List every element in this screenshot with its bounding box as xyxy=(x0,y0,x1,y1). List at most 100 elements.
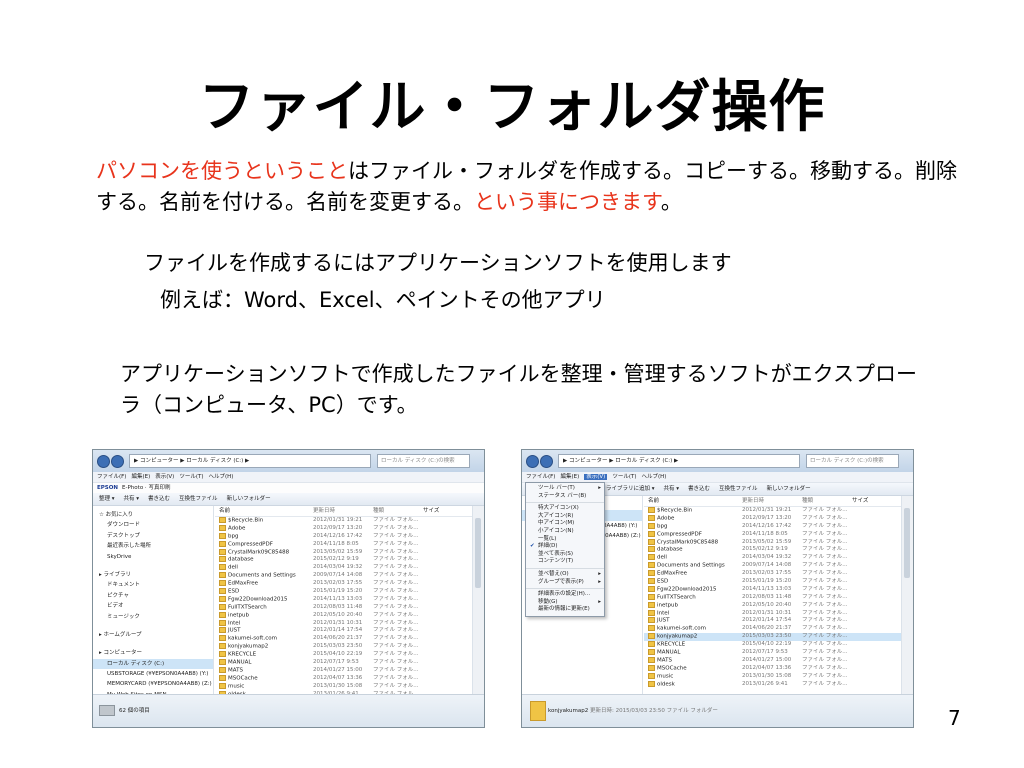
file-row[interactable]: music 2013/01/30 15:08 ファイル フォル... xyxy=(215,682,472,691)
file-row[interactable]: $Recycle.Bin 2012/01/31 19:21 ファイル フォル... xyxy=(644,507,901,515)
nav-item[interactable]: ビデオ xyxy=(93,601,213,611)
file-row[interactable]: Intel 2012/01/31 10:31 ファイル フォル... xyxy=(215,619,472,628)
file-row[interactable]: ESD 2015/01/19 15:20 ファイル フォル... xyxy=(644,578,901,586)
file-row[interactable]: KRECYCLE 2015/04/10 22:19 ファイル フォル... xyxy=(215,651,472,659)
file-row[interactable]: music 2013/01/30 15:08 ファイル フォル... xyxy=(644,672,901,681)
vertical-scrollbar[interactable] xyxy=(472,506,484,695)
burn-button[interactable]: 書き込む xyxy=(148,496,170,502)
vertical-scrollbar[interactable] xyxy=(901,496,913,695)
menu-file[interactable]: ファイル(F) xyxy=(526,474,555,480)
menu-tools[interactable]: ツール(T) xyxy=(612,474,636,480)
view-menu-item[interactable]: 特大アイコン(X) xyxy=(526,505,604,513)
compat-files-button[interactable]: 互換性ファイル xyxy=(179,496,218,502)
view-menu-item[interactable]: 最新の情報に更新(E) xyxy=(526,606,604,614)
file-row[interactable]: CompressedPDF 2014/11/18 8:05 ファイル フォル... xyxy=(644,530,901,539)
file-row[interactable]: MSOCache 2012/04/07 13:36 ファイル フォル... xyxy=(215,674,472,683)
file-row[interactable]: inetpub 2012/05/10 20:40 ファイル フォル... xyxy=(644,601,901,610)
file-row[interactable]: Fgw22Download2015 2014/11/13 13:03 ファイル フォ… xyxy=(644,585,901,594)
view-menu-item[interactable]: ツール バー(T) ▸ xyxy=(526,485,604,493)
share-button[interactable]: 共有 ▾ xyxy=(124,496,140,502)
file-row[interactable]: bpg 2014/12/16 17:42 ファイル フォル... xyxy=(215,532,472,541)
file-row[interactable]: kakumei-soft.com 2014/06/20 21:37 ファイル フォル… xyxy=(215,635,472,643)
forward-icon[interactable] xyxy=(111,455,124,468)
menu-help[interactable]: ヘルプ(H) xyxy=(208,474,233,480)
file-row[interactable]: JUST 2012/01/14 17:54 ファイル フォル... xyxy=(215,627,472,635)
search-box[interactable]: ローカル ディスク (C:)の検索 xyxy=(377,454,470,468)
file-row[interactable]: MANUAL 2012/07/17 9:53 ファイル フォル... xyxy=(644,649,901,657)
file-row[interactable]: MATS 2014/01/27 15:00 ファイル フォル... xyxy=(215,666,472,675)
menu-help[interactable]: ヘルプ(H) xyxy=(641,474,666,480)
forward-icon[interactable] xyxy=(540,455,553,468)
file-row[interactable]: Adobe 2012/09/17 13:20 ファイル フォル... xyxy=(644,514,901,523)
file-row[interactable]: Documents and Settings 2009/07/14 14:08 ファ… xyxy=(644,562,901,570)
file-row[interactable]: Documents and Settings 2009/07/14 14:08 ファ… xyxy=(215,572,472,580)
file-row[interactable]: FullTXTSearch 2012/08/03 11:48 ファイル フォル... xyxy=(215,603,472,612)
column-name[interactable]: 名前 xyxy=(215,506,313,516)
file-row[interactable]: $Recycle.Bin 2012/01/31 19:21 ファイル フォル... xyxy=(215,517,472,525)
file-row[interactable]: Intel 2012/01/31 10:31 ファイル フォル... xyxy=(644,609,901,618)
file-row[interactable]: kakumei-soft.com 2014/06/20 21:37 ファイル フォル… xyxy=(644,625,901,633)
scroll-thumb[interactable] xyxy=(904,508,910,578)
nav-group[interactable]: ▸ ライブラリ xyxy=(93,570,213,580)
file-row[interactable]: EdMaxFree 2013/02/03 17:55 ファイル フォル... xyxy=(215,580,472,588)
view-menu-item[interactable]: コンテンツ(T) xyxy=(526,558,604,566)
column-name[interactable]: 名前 xyxy=(644,496,742,506)
back-icon[interactable] xyxy=(97,455,110,468)
menu-view[interactable]: 表示(V) xyxy=(584,474,608,480)
add-to-library-button[interactable]: ライブラリに追加 ▾ xyxy=(606,486,655,492)
file-row[interactable]: inetpub 2012/05/10 20:40 ファイル フォル... xyxy=(215,611,472,620)
file-row[interactable]: ESD 2015/01/19 15:20 ファイル フォル... xyxy=(215,588,472,596)
file-row[interactable]: dell 2014/03/04 19:32 ファイル フォル... xyxy=(215,564,472,572)
address-bar[interactable]: ▶ コンピューター ▶ ローカル ディスク (C:) ▶ xyxy=(558,454,800,468)
nav-item[interactable]: MEMORYCARD (¥¥EPSON0A4AB8) (Z:) xyxy=(93,679,213,689)
back-icon[interactable] xyxy=(526,455,539,468)
menu-edit[interactable]: 編集(E) xyxy=(560,474,579,480)
file-row[interactable]: JUST 2012/01/14 17:54 ファイル フォル... xyxy=(644,617,901,625)
nav-group[interactable]: ▸ ホームグループ xyxy=(93,630,213,640)
nav-item[interactable]: 最近表示した場所 xyxy=(93,541,213,551)
nav-item[interactable]: USBSTORAGE (¥¥EPSON0A4AB8) (Y:) xyxy=(93,669,213,679)
nav-item[interactable]: デスクトップ xyxy=(93,531,213,541)
epson-print-button[interactable]: 写真印刷 xyxy=(148,485,170,491)
file-row[interactable]: FullTXTSearch 2012/08/03 11:48 ファイル フォル... xyxy=(644,593,901,602)
file-row[interactable]: CompressedPDF 2014/11/18 8:05 ファイル フォル... xyxy=(215,540,472,549)
new-folder-button[interactable]: 新しいフォルダー xyxy=(767,486,811,492)
column-type[interactable]: 種類 xyxy=(802,496,852,506)
nav-group[interactable]: ☆ お気に入り xyxy=(93,510,213,520)
organize-button[interactable]: 整理 ▾ xyxy=(99,496,115,502)
menu-edit[interactable]: 編集(E) xyxy=(131,474,150,480)
file-row[interactable]: KRECYCLE 2015/04/10 22:19 ファイル フォル... xyxy=(644,641,901,649)
file-row[interactable]: Adobe 2012/09/17 13:20 ファイル フォル... xyxy=(215,524,472,533)
nav-item[interactable]: ローカル ディスク (C:) xyxy=(93,658,213,670)
nav-group[interactable]: ▸ コンピューター xyxy=(93,648,213,658)
column-size[interactable]: サイズ xyxy=(852,496,882,506)
file-row[interactable]: EdMaxFree 2013/02/03 17:55 ファイル フォル... xyxy=(644,570,901,578)
file-row[interactable]: Fgw22Download2015 2014/11/13 13:03 ファイル フォ… xyxy=(215,595,472,604)
nav-item[interactable]: ダウンロード xyxy=(93,520,213,530)
view-menu-item[interactable]: 小アイコン(N) xyxy=(526,528,604,536)
column-type[interactable]: 種類 xyxy=(373,506,423,516)
address-bar[interactable]: ▶ コンピューター ▶ ローカル ディスク (C:) ▶ xyxy=(129,454,371,468)
file-row[interactable]: dell 2014/03/04 19:32 ファイル フォル... xyxy=(644,554,901,562)
file-row[interactable]: konjyakumap2 2015/03/03 23:50 ファイル フォル... xyxy=(644,633,901,642)
file-row[interactable]: konjyakumap2 2015/03/03 23:50 ファイル フォル... xyxy=(215,643,472,651)
nav-item[interactable]: ミュージック xyxy=(93,612,213,622)
file-row[interactable]: CrystalMark09C85488 2013/05/02 15:59 ファイル … xyxy=(215,548,472,557)
nav-item[interactable]: ドキュメント xyxy=(93,580,213,590)
nav-item[interactable]: SkyDrive xyxy=(93,552,213,562)
file-row[interactable]: oldesk 2013/01/26 9:41 ファイル フォル... xyxy=(644,680,901,689)
file-row[interactable]: bpg 2014/12/16 17:42 ファイル フォル... xyxy=(644,522,901,531)
column-date[interactable]: 更新日時 xyxy=(742,496,802,506)
view-menu-item[interactable]: ✔ 詳細(D) xyxy=(526,543,604,551)
search-box[interactable]: ローカル ディスク (C:)の検索 xyxy=(806,454,899,468)
column-size[interactable]: サイズ xyxy=(423,506,453,516)
column-date[interactable]: 更新日時 xyxy=(313,506,373,516)
file-row[interactable]: database 2015/02/12 9:19 ファイル フォル... xyxy=(215,556,472,564)
burn-button[interactable]: 書き込む xyxy=(688,486,710,492)
menu-file[interactable]: ファイル(F) xyxy=(97,474,126,480)
view-menu-item[interactable]: 並べ替え(O) ▸ xyxy=(526,571,604,579)
menu-view[interactable]: 表示(V) xyxy=(155,474,174,480)
compat-files-button[interactable]: 互換性ファイル xyxy=(719,486,758,492)
share-button[interactable]: 共有 ▾ xyxy=(664,486,680,492)
file-row[interactable]: MSOCache 2012/04/07 13:36 ファイル フォル... xyxy=(644,664,901,673)
